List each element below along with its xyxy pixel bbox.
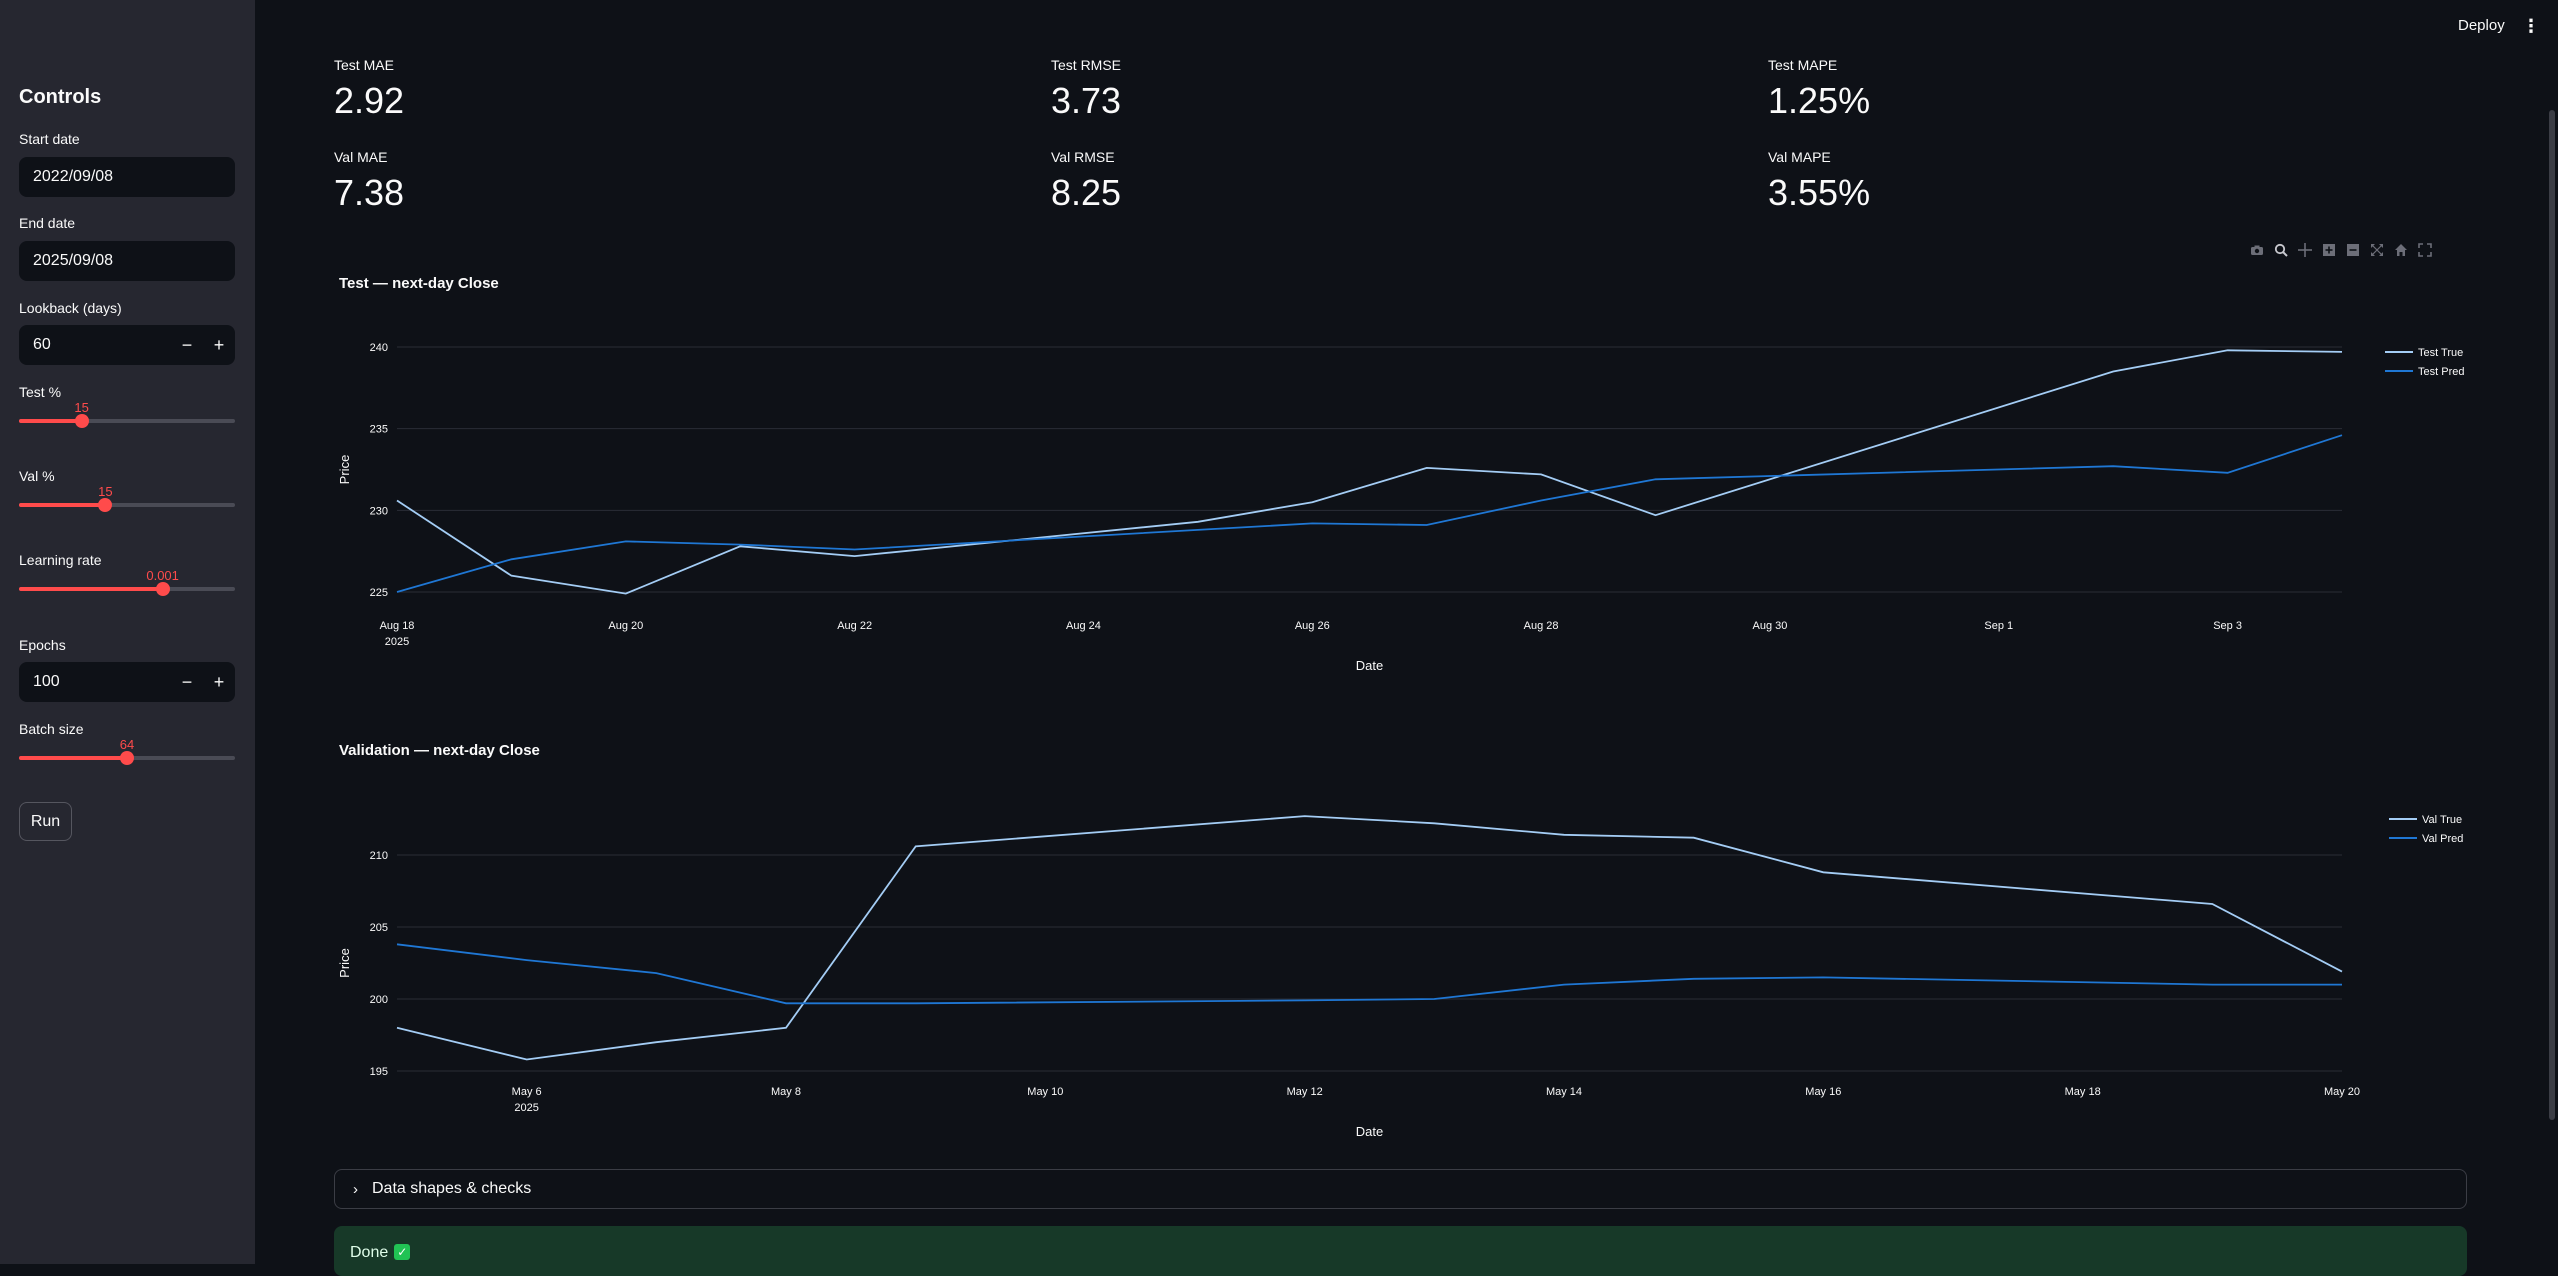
scrollbar[interactable] (2549, 110, 2555, 1120)
x-tick-label: Aug 22 (837, 620, 872, 632)
y-tick-label: 240 (370, 342, 388, 354)
chevron-right-icon: › (353, 1180, 358, 1198)
x-tick-label: May 10 (1027, 1086, 1063, 1098)
success-alert: Done ✓ (334, 1226, 2467, 1276)
x-tick-label: May 16 (1805, 1086, 1841, 1098)
x-tick-label: Aug 30 (1753, 620, 1788, 632)
x-tick-label: Aug 20 (608, 620, 643, 632)
x-axis-title: Date (1356, 1124, 1383, 1139)
legend-label: Test True (2418, 347, 2463, 359)
y-tick-label: 210 (370, 850, 388, 862)
x-tick-label: Aug 26 (1295, 620, 1330, 632)
y-tick-label: 235 (370, 424, 388, 436)
x-tick-label: May 18 (2065, 1086, 2101, 1098)
x-tick-label: Aug 24 (1066, 620, 1101, 632)
x-tick-label: May 6 (512, 1086, 542, 1098)
x-tick-label: Sep 1 (1984, 620, 2013, 632)
legend-label: Val True (2422, 814, 2462, 826)
expander-label: Data shapes & checks (372, 1180, 532, 1197)
x-tick-label: May 8 (771, 1086, 801, 1098)
x-tick-label: Aug 28 (1524, 620, 1559, 632)
legend-label: Val Pred (2422, 833, 2463, 845)
chart-0: Test — next-day Close 225 230 235 240 Aug 18 2… (337, 275, 2464, 673)
x-tick-year: 2025 (385, 636, 409, 648)
x-axis-title: Date (1356, 658, 1383, 673)
series-line (396, 349, 2343, 595)
charts-canvas: Test — next-day Close 225 230 235 240 Aug 18 2… (337, 275, 2464, 1139)
x-tick-year: 2025 (514, 1102, 538, 1114)
y-tick-label: 205 (370, 922, 388, 934)
series-line (396, 815, 2343, 1061)
alert-text: Done (350, 1244, 389, 1261)
x-tick-label: Sep 3 (2213, 620, 2242, 632)
y-tick-label: 195 (370, 1066, 388, 1078)
legend-label: Test Pred (2418, 366, 2464, 378)
check-mark-icon: ✓ (394, 1244, 411, 1260)
x-tick-label: Aug 18 (380, 620, 415, 632)
x-tick-label: May 14 (1546, 1086, 1582, 1098)
y-tick-label: 230 (370, 505, 388, 517)
chart-1: Validation — next-day Close 195 200 205 210 M… (337, 742, 2463, 1139)
y-tick-label: 225 (370, 587, 388, 599)
series-line (396, 943, 2342, 1005)
x-tick-label: May 12 (1287, 1086, 1323, 1098)
x-tick-label: May 20 (2324, 1086, 2360, 1098)
data-shapes-expander[interactable]: › Data shapes & checks (334, 1169, 2467, 1209)
chart-title: Test — next-day Close (339, 275, 499, 292)
y-axis-title: Price (337, 455, 352, 485)
y-axis-title: Price (337, 948, 352, 978)
chart-title: Validation — next-day Close (339, 742, 540, 759)
y-tick-label: 200 (370, 994, 388, 1006)
